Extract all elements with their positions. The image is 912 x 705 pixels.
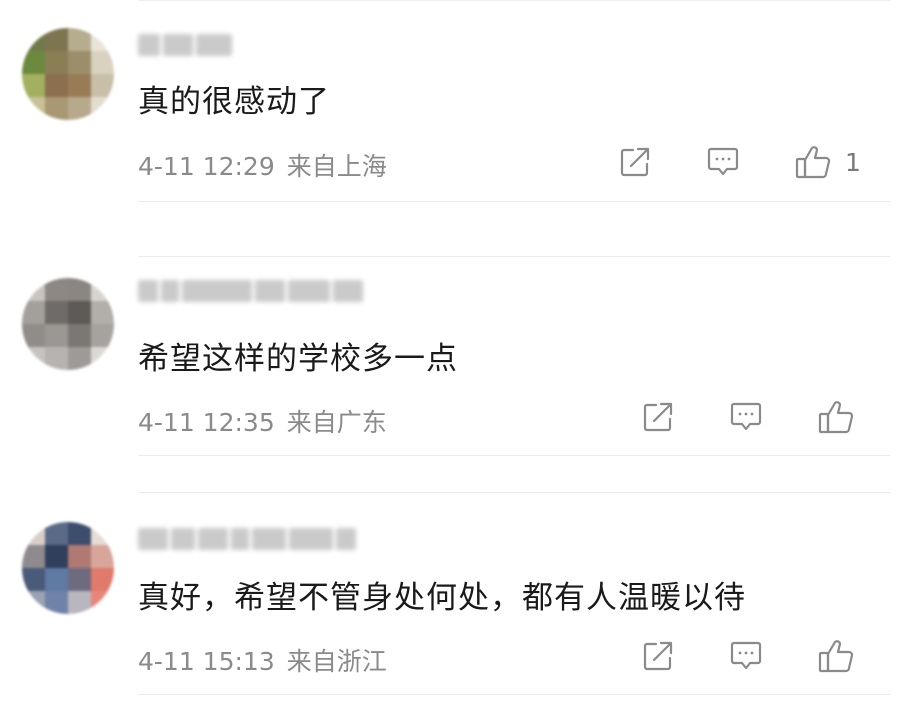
comment-divider <box>138 492 890 493</box>
comment-icon <box>730 641 762 670</box>
like-button[interactable] <box>793 142 833 182</box>
comment-date: 4-11 12:29 <box>138 152 275 181</box>
thumbs-up-icon <box>818 401 854 434</box>
share-icon <box>620 147 650 177</box>
comment-text: 希望这样的学校多一点 <box>138 341 458 377</box>
avatar[interactable] <box>22 278 114 370</box>
username-blurred[interactable] <box>138 280 363 302</box>
comment-item: 真好，希望不管身处何处，都有人温暖以待 4-11 15:13 来自浙江 <box>0 490 912 705</box>
comment-text: 真的很感动了 <box>138 84 330 120</box>
thumbs-up-icon <box>818 640 854 673</box>
comment-icon <box>707 147 739 176</box>
avatar[interactable] <box>22 522 114 614</box>
username-blurred[interactable] <box>138 34 232 56</box>
share-icon <box>643 402 673 432</box>
comment-divider <box>138 201 890 202</box>
like-button[interactable] <box>816 636 856 676</box>
comment-meta: 4-11 12:35 来自广东 <box>138 403 387 439</box>
comment-divider <box>138 694 890 695</box>
comment-item: 真的很感动了 4-11 12:29 来自上海 1 <box>0 0 912 215</box>
comment-text: 真好，希望不管身处何处，都有人温暖以待 <box>138 580 746 616</box>
reply-button[interactable] <box>703 142 743 182</box>
reply-button[interactable] <box>726 397 766 437</box>
comment-actions: 1 <box>615 142 861 182</box>
like-button[interactable] <box>816 397 856 437</box>
like-count: 1 <box>845 147 861 177</box>
share-button[interactable] <box>638 397 678 437</box>
comment-item: 希望这样的学校多一点 4-11 12:35 来自广东 <box>0 250 912 460</box>
thumbs-up-icon <box>795 146 831 179</box>
reply-button[interactable] <box>726 636 766 676</box>
share-button[interactable] <box>638 636 678 676</box>
comment-divider <box>138 256 890 257</box>
share-icon <box>643 641 673 671</box>
comment-icon <box>730 402 762 431</box>
share-button[interactable] <box>615 142 655 182</box>
comment-list: 真的很感动了 4-11 12:29 来自上海 1 希望这样的学校多一点 4-11… <box>0 0 912 705</box>
comment-date: 4-11 12:35 <box>138 408 275 437</box>
comment-meta: 4-11 15:13 来自浙江 <box>138 642 387 678</box>
comment-location: 来自上海 <box>286 152 387 181</box>
comment-actions <box>638 397 868 437</box>
comment-location: 来自浙江 <box>286 647 387 676</box>
comment-meta: 4-11 12:29 来自上海 <box>138 147 387 183</box>
comment-location: 来自广东 <box>286 408 387 437</box>
comment-date: 4-11 15:13 <box>138 647 275 676</box>
avatar[interactable] <box>22 28 114 120</box>
comment-actions <box>638 636 868 676</box>
comment-divider <box>138 455 890 456</box>
username-blurred[interactable] <box>138 528 356 550</box>
